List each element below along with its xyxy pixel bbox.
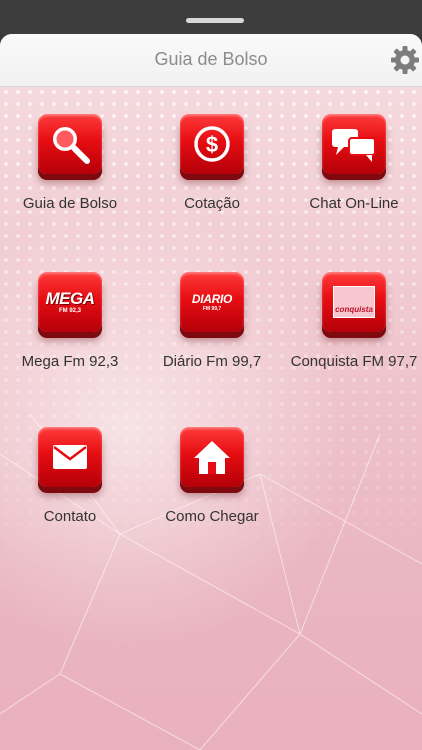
dollar-icon: $ [180, 114, 244, 174]
diario-fm-logo: DIARIO FM 99,7 [180, 272, 244, 332]
conquista-fm-logo: conquista [322, 272, 386, 332]
status-bar [0, 0, 422, 34]
menu-item-como-chegar[interactable]: Como Chegar [142, 427, 282, 527]
app-sheet: Guia de Bolso Guia de Bolso $ Cotação Ch… [0, 34, 422, 750]
logo-text: MEGA [45, 289, 96, 308]
menu-item-label: Chat On-Line [309, 195, 399, 212]
menu-item-cotacao[interactable]: $ Cotação [142, 114, 282, 214]
chat-icon [322, 114, 386, 174]
mail-icon [38, 427, 102, 487]
menu-item-label: Mega Fm 92,3 [21, 353, 119, 370]
menu-item-chat-on-line[interactable]: Chat On-Line [284, 114, 422, 214]
home-icon [180, 427, 244, 487]
logo-subtext: FM 92,3 [58, 308, 81, 314]
page-title: Guia de Bolso [154, 49, 268, 69]
nav-bar: Guia de Bolso [0, 34, 422, 87]
search-icon [38, 114, 102, 174]
svg-text:$: $ [206, 132, 218, 157]
menu-item-label: Diário Fm 99,7 [162, 353, 262, 370]
menu-item-diario-fm[interactable]: DIARIO FM 99,7 Diário Fm 99,7 [142, 272, 282, 372]
menu-item-contato[interactable]: Contato [0, 427, 140, 527]
menu-item-label: Contato [43, 508, 97, 525]
mega-fm-logo: MEGA FM 92,3 [38, 272, 102, 332]
menu-item-label: Conquista FM 97,7 [290, 353, 418, 370]
sheet-grabber[interactable] [186, 18, 244, 23]
menu-item-conquista-fm[interactable]: conquista Conquista FM 97,7 [284, 272, 422, 372]
menu-item-guia-de-bolso[interactable]: Guia de Bolso [0, 114, 140, 214]
logo-text: conquista [335, 305, 373, 314]
logo-text: DIARIO [191, 291, 233, 306]
menu-item-mega-fm[interactable]: MEGA FM 92,3 Mega Fm 92,3 [0, 272, 140, 372]
gear-icon[interactable] [390, 45, 420, 75]
menu-item-label: Guia de Bolso [22, 195, 118, 212]
logo-subtext: FM 99,7 [202, 305, 222, 312]
menu-item-label: Como Chegar [165, 508, 259, 525]
menu-item-label: Cotação [184, 195, 240, 212]
